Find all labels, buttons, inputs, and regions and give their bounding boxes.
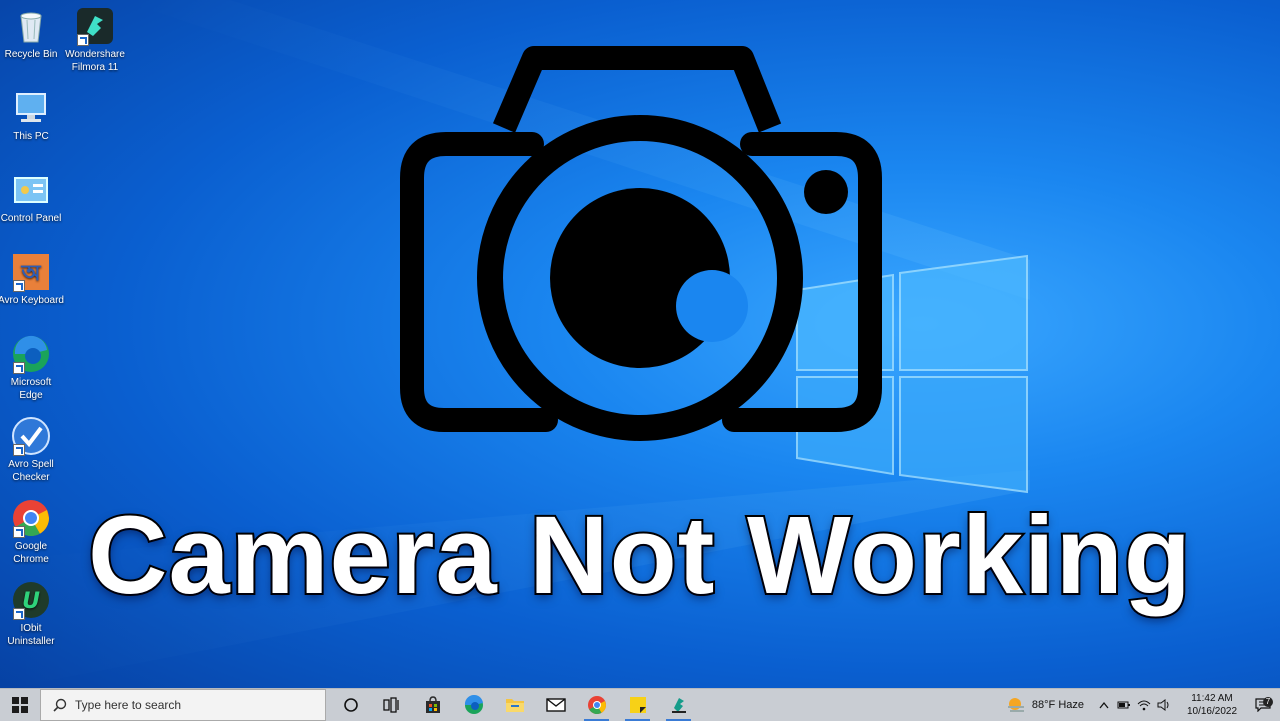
desktop-icon-label: This PC [13, 131, 49, 142]
cortana-button[interactable] [330, 689, 371, 721]
store-icon [425, 696, 440, 713]
weather-widget[interactable]: 88°F Haze [1006, 696, 1084, 714]
wifi-icon [1137, 700, 1151, 711]
desktop-icon-filmora[interactable]: Wondershare Filmora 11 [62, 6, 128, 74]
search-placeholder: Type here to search [75, 698, 182, 712]
computer-icon [11, 88, 51, 128]
spell-checker-icon [11, 416, 51, 456]
avro-keyboard-icon: অ [11, 252, 51, 292]
clock-time: 11:42 AM [1191, 693, 1233, 704]
filmora-icon [75, 6, 115, 46]
desktop-icon-recycle-bin[interactable]: Recycle Bin [0, 6, 64, 61]
store-button[interactable] [412, 689, 453, 721]
desktop-icon-label: Control Panel [0, 213, 62, 224]
system-tray: 88°F Haze 11:42 AM 10/16/2022 7 [1006, 689, 1280, 721]
edge-icon [11, 334, 51, 374]
action-center-button[interactable]: 7 [1246, 697, 1280, 712]
edge-taskbar-button[interactable] [453, 689, 494, 721]
chrome-icon [587, 696, 606, 715]
weather-text: 88°F Haze [1031, 699, 1084, 711]
pinned-apps [330, 689, 699, 721]
filmora-icon [671, 698, 686, 713]
windows-start-icon [12, 697, 28, 713]
search-icon [53, 698, 67, 712]
desktop-icon-edge[interactable]: Microsoft Edge [0, 334, 64, 402]
filmora-taskbar-button[interactable] [658, 689, 699, 721]
battery-button[interactable] [1114, 700, 1134, 710]
task-view-icon [382, 697, 399, 713]
shortcut-arrow-icon [13, 444, 25, 456]
shortcut-arrow-icon [13, 280, 25, 292]
desktop-icon-label: Wondershare Filmora 11 [65, 49, 125, 73]
desktop-icon-label: Microsoft Edge [10, 377, 52, 401]
shortcut-arrow-icon [77, 34, 89, 46]
camera-icon [400, 46, 882, 441]
desktop-icon-label: Avro Spell Checker [8, 459, 54, 483]
chevron-up-icon [1099, 701, 1109, 709]
desktop-icon-control-panel[interactable]: Control Panel [0, 170, 64, 225]
battery-icon [1117, 701, 1130, 709]
notification-count-badge: 7 [1263, 697, 1273, 707]
network-button[interactable] [1134, 699, 1154, 711]
shortcut-arrow-icon [13, 362, 25, 374]
show-hidden-icons-button[interactable] [1094, 701, 1114, 709]
recycle-bin-icon [11, 6, 51, 46]
sticky-notes-icon [629, 697, 646, 713]
chrome-taskbar-button[interactable] [576, 689, 617, 721]
volume-button[interactable] [1154, 699, 1174, 711]
desktop-icon-label: Recycle Bin [4, 49, 58, 60]
video-title-overlay: Camera Not Working [86, 494, 1193, 618]
start-button[interactable] [0, 689, 40, 721]
desktop-icon-label: IObit Uninstaller [7, 623, 55, 647]
haze-weather-icon [1007, 698, 1024, 712]
mail-button[interactable] [535, 689, 576, 721]
file-explorer-icon [505, 699, 524, 712]
file-explorer-button[interactable] [494, 689, 535, 721]
control-panel-icon [11, 170, 51, 210]
taskbar-clock[interactable]: 11:42 AM 10/16/2022 [1178, 692, 1246, 718]
cortana-icon [343, 698, 358, 712]
desktop-icon-this-pc[interactable]: This PC [0, 88, 64, 143]
desktop-icon-label: Avro Keyboard [0, 295, 64, 306]
speaker-icon [1157, 699, 1169, 711]
taskbar: Type here to search 88°F Haze 11:42 AM 1… [0, 688, 1280, 721]
desktop-icon-avro-keyboard[interactable]: অ Avro Keyboard [0, 252, 64, 307]
clock-date: 10/16/2022 [1186, 706, 1238, 717]
sticky-notes-button[interactable] [617, 689, 658, 721]
edge-icon [464, 695, 483, 714]
mail-icon [545, 698, 566, 712]
task-view-button[interactable] [371, 689, 412, 721]
desktop-icon-avro-spell-checker[interactable]: Avro Spell Checker [0, 416, 64, 484]
taskbar-search-box[interactable]: Type here to search [40, 689, 326, 721]
